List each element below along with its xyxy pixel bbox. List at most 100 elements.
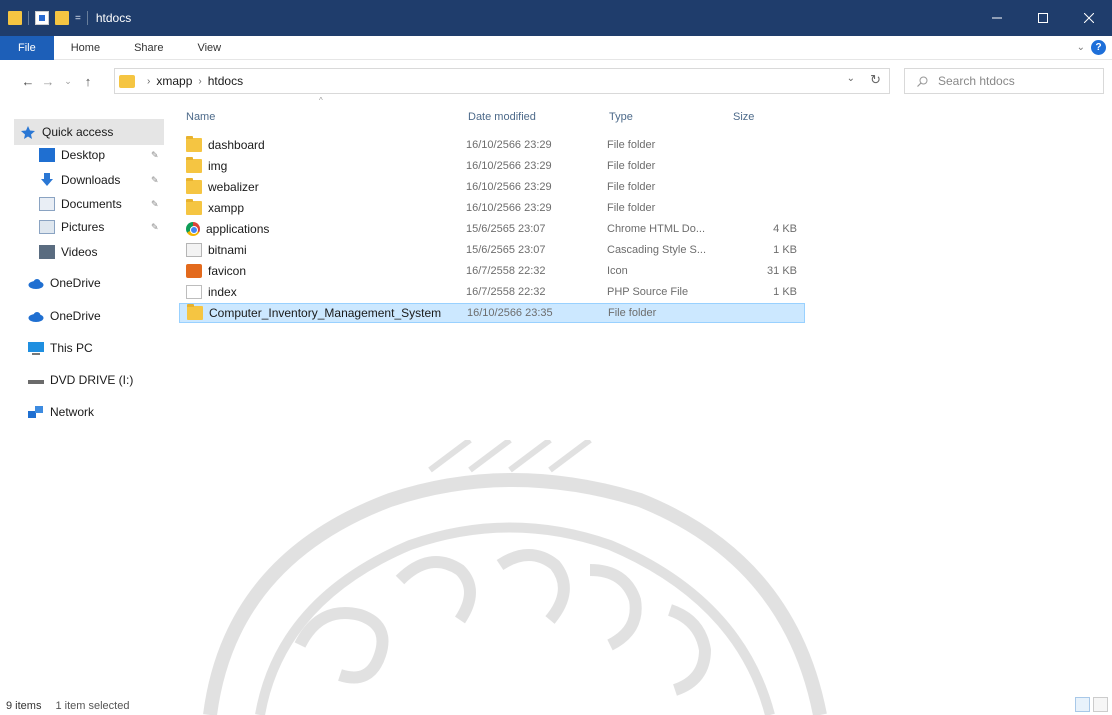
ribbon-tabs: File Home Share View ⌄ ? [0,35,1112,60]
file-type: File folder [607,202,656,214]
css-file-icon [186,243,202,257]
file-type: Icon [607,265,628,277]
sidebar-item-network[interactable]: Network [28,401,168,423]
file-type: Chrome HTML Do... [607,223,706,235]
file-date: 15/6/2565 23:07 [466,223,546,235]
sidebar-item-quick-access[interactable]: Quick access [14,119,164,145]
tab-file[interactable]: File [0,35,54,60]
sidebar-item-dvd-drive[interactable]: DVD DRIVE (I:) [28,369,168,391]
dvd-drive-icon [28,373,44,387]
expand-ribbon-icon[interactable]: ⌄ [1077,42,1085,53]
pin-icon[interactable]: ✎ [151,199,159,210]
address-bar[interactable]: › xmapp › htdocs ⌄ ↻ [114,68,890,94]
column-header-name[interactable]: Name [186,111,215,137]
download-icon [39,173,55,187]
sidebar-item-label: This PC [50,341,93,355]
pin-icon[interactable]: ✎ [151,222,159,233]
status-bar: 9 items 1 item selected [0,696,1112,715]
file-size: 1 KB [773,244,797,256]
list-item-selected[interactable]: Computer_Inventory_Management_System 16/… [179,303,805,323]
tab-home[interactable]: Home [54,36,117,60]
refresh-icon[interactable]: ↻ [870,72,881,88]
file-date: 16/10/2566 23:29 [466,139,552,151]
column-header-type[interactable]: Type [609,111,633,137]
list-item[interactable]: applications 15/6/2565 23:07 Chrome HTML… [179,219,805,239]
cloud-icon [28,309,44,323]
folder-icon [187,304,203,320]
forward-arrow-icon[interactable]: → [38,74,58,89]
file-date: 16/10/2566 23:35 [467,307,553,319]
file-date: 15/6/2565 23:07 [466,244,546,256]
file-type: Cascading Style S... [607,244,707,256]
customize-toolbar-icon[interactable]: = [75,13,81,24]
properties-icon[interactable] [35,11,49,25]
tab-view[interactable]: View [180,36,238,60]
folder-icon [119,74,135,88]
file-name: favicon [208,264,247,278]
up-arrow-icon[interactable]: ↑ [78,74,98,89]
pin-icon[interactable]: ✎ [151,150,159,161]
sidebar-item-label: Videos [61,245,98,259]
favicon-icon [186,264,202,278]
list-item[interactable]: dashboard 16/10/2566 23:29 File folder [179,135,805,155]
sidebar-item-label: OneDrive [50,309,101,323]
navigation-pane: Quick access Desktop ✎ Downloads ✎ Docum… [0,101,175,696]
list-item[interactable]: bitnami 15/6/2565 23:07 Cascading Style … [179,240,805,260]
breadcrumb-chevron-icon[interactable]: › [147,76,150,87]
large-icons-view-button[interactable] [1093,697,1108,712]
sidebar-item-pictures[interactable]: Pictures ✎ [39,216,179,238]
sidebar-item-onedrive[interactable]: OneDrive [28,305,168,327]
address-dropdown-icon[interactable]: ⌄ [847,73,855,84]
sidebar-item-desktop[interactable]: Desktop ✎ [39,144,179,166]
new-folder-icon[interactable] [55,11,69,25]
minimize-icon [992,17,1002,19]
sidebar-item-downloads[interactable]: Downloads ✎ [39,169,179,191]
folder-icon [186,157,202,173]
file-name: bitnami [208,243,247,257]
file-name: xampp [208,201,245,215]
sidebar-item-onedrive[interactable]: OneDrive [28,272,168,294]
help-icon[interactable]: ? [1091,40,1106,55]
file-name: webalizer [208,180,259,194]
minimize-button[interactable] [974,0,1020,36]
maximize-button[interactable] [1020,0,1066,36]
column-header-size[interactable]: Size [733,111,754,137]
file-name: index [208,285,237,299]
back-arrow-icon[interactable]: ← [18,74,38,89]
folder-icon [8,11,22,25]
sidebar-item-this-pc[interactable]: This PC [28,337,168,359]
breadcrumb-htdocs[interactable]: htdocs [208,74,243,88]
breadcrumb-chevron-icon[interactable]: › [198,76,201,87]
list-item[interactable]: webalizer 16/10/2566 23:29 File folder [179,177,805,197]
file-size: 4 KB [773,223,797,235]
list-item[interactable]: xampp 16/10/2566 23:29 File folder [179,198,805,218]
recent-locations-icon[interactable]: ⌄ [58,76,78,87]
window-title: htdocs [95,11,132,25]
sidebar-item-label: OneDrive [50,276,101,290]
close-button[interactable] [1066,0,1112,36]
close-icon [1084,13,1094,23]
sidebar-item-label: Desktop [61,148,106,162]
breadcrumb-xmapp[interactable]: xmapp [156,74,192,88]
file-type: File folder [607,139,656,151]
file-date: 16/10/2566 23:29 [466,181,552,193]
toolbar-divider [86,11,88,25]
file-name: applications [206,222,270,236]
list-item[interactable]: index 16/7/2558 22:32 PHP Source File 1 … [179,282,805,302]
videos-icon [39,245,55,259]
computer-icon [28,341,44,355]
pin-icon[interactable]: ✎ [151,175,159,186]
file-size: 1 KB [773,286,797,298]
sidebar-item-documents[interactable]: Documents ✎ [39,193,179,215]
php-file-icon [186,285,202,299]
search-input[interactable]: Search htdocs [904,68,1104,94]
list-item[interactable]: favicon 16/7/2558 22:32 Icon 31 KB [179,261,805,281]
file-date: 16/7/2558 22:32 [466,265,546,277]
folder-icon [186,199,202,215]
details-view-button[interactable] [1075,697,1090,712]
tab-share[interactable]: Share [117,36,180,60]
quick-access-toolbar: = [0,11,88,25]
list-item[interactable]: img 16/10/2566 23:29 File folder [179,156,805,176]
sidebar-item-videos[interactable]: Videos [39,241,179,263]
column-header-date-modified[interactable]: Date modified [468,111,536,137]
